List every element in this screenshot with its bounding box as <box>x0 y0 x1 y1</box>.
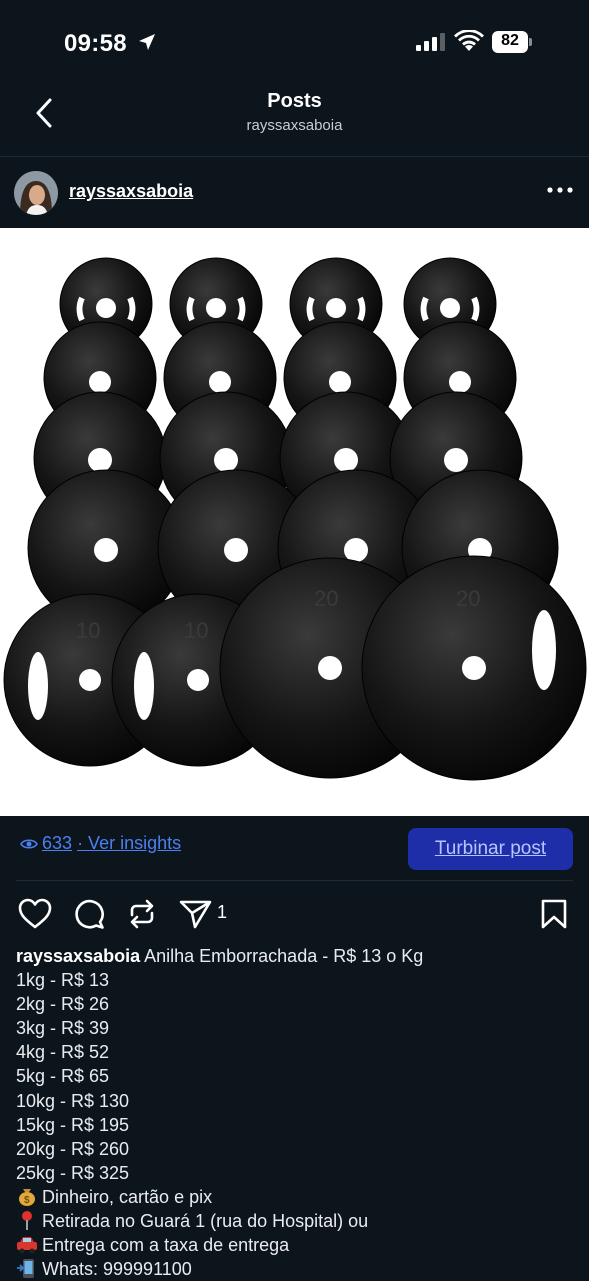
post-actions: 1 <box>0 894 589 934</box>
price-line: 1kg - R$ 13 <box>16 970 110 991</box>
caption-whatsapp: Whats: 999991100 <box>16 1257 576 1281</box>
caption-username[interactable]: rayssaxsaboia <box>16 946 140 966</box>
more-horizontal-icon[interactable] <box>545 182 575 198</box>
phone-icon <box>17 1259 34 1279</box>
location-arrow-icon <box>139 34 155 50</box>
status-bar: 09:58 82 <box>0 0 589 80</box>
wifi-icon <box>454 30 484 51</box>
post-caption: rayssaxsaboia Anilha Emborrachada - R$ 1… <box>16 944 576 1281</box>
repost-icon[interactable] <box>127 898 157 930</box>
insights-label: · Ver insights <box>77 833 182 853</box>
battery-percent: 82 <box>501 32 519 49</box>
page-subtitle: rayssaxsaboia <box>246 117 343 134</box>
avatar[interactable] <box>14 171 58 215</box>
caption-title: Anilha Emborrachada - R$ 13 o Kg <box>144 946 424 966</box>
caption-first-line: rayssaxsaboia Anilha Emborrachada - R$ 1… <box>16 944 576 968</box>
nav-header: Posts rayssaxsaboia <box>0 80 589 157</box>
eye-icon <box>20 838 38 849</box>
svg-text:$: $ <box>24 1195 30 1206</box>
post-header: rayssaxsaboia <box>0 157 589 227</box>
share-count: 1 <box>217 902 228 922</box>
cellular-signal-icon <box>416 33 445 51</box>
weight-plates-photo: 10 10 20 20 <box>3 257 587 781</box>
plate-label: 20 <box>314 586 338 611</box>
whatsapp-text: Whats: 999991100 <box>42 1259 192 1280</box>
boost-post-button[interactable]: Turbinar post <box>408 828 573 870</box>
pickup-text: Retirada no Guará 1 (rua do Hospital) ou <box>42 1211 369 1232</box>
price-line: 4kg - R$ 52 <box>16 1042 110 1063</box>
page-title: Posts <box>267 90 322 112</box>
plate-label: 10 <box>76 618 100 643</box>
payment-text: Dinheiro, cartão e pix <box>42 1186 213 1207</box>
heart-icon[interactable] <box>18 898 52 930</box>
plate-label: 20 <box>456 586 480 611</box>
caption-delivery: Entrega com a taxa de entrega <box>16 1233 576 1257</box>
send-icon[interactable] <box>179 898 213 930</box>
delivery-text: Entrega com a taxa de entrega <box>42 1235 290 1256</box>
bookmark-icon[interactable] <box>540 898 568 930</box>
pin-icon <box>22 1211 32 1231</box>
price-line: 5kg - R$ 65 <box>16 1066 110 1087</box>
price-line: 25kg - R$ 325 <box>16 1162 130 1183</box>
status-time: 09:58 <box>64 30 127 57</box>
price-line: 10kg - R$ 130 <box>16 1090 130 1111</box>
price-line: 2kg - R$ 26 <box>16 994 110 1015</box>
post-image[interactable]: 10 10 20 20 <box>0 228 589 816</box>
car-icon <box>17 1237 37 1254</box>
battery-indicator: 82 <box>492 31 532 53</box>
caption-pickup: Retirada no Guará 1 (rua do Hospital) ou <box>16 1209 576 1233</box>
plate-label: 10 <box>184 618 208 643</box>
caption-payment: $ Dinheiro, cartão e pix <box>16 1185 576 1209</box>
money-bag-icon: $ <box>19 1188 35 1206</box>
post-username[interactable]: rayssaxsaboia <box>69 181 193 202</box>
views-count: 633 <box>42 833 73 853</box>
comment-icon[interactable] <box>73 898 105 930</box>
price-line: 20kg - R$ 260 <box>16 1138 130 1159</box>
price-line: 3kg - R$ 39 <box>16 1018 110 1039</box>
divider <box>16 880 573 881</box>
price-line: 15kg - R$ 195 <box>16 1114 130 1135</box>
insights-link[interactable]: 633 · Ver insights <box>20 833 181 854</box>
